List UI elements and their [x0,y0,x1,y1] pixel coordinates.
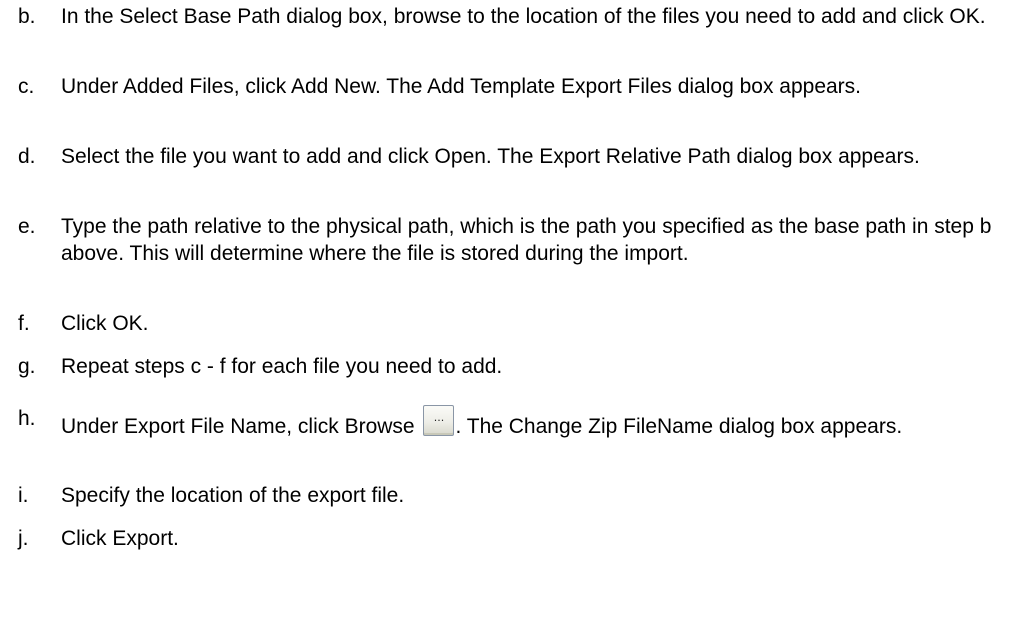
step-letter: g. [18,355,36,378]
step-text: Under Added Files, click Add New. The Ad… [61,75,862,98]
step-f: f. Click OK. [18,310,1018,337]
ellipsis-browse-button-icon: ... [423,405,455,436]
step-e: e. Type the path relative to the physica… [18,213,1018,267]
step-h: h. Under Export File Name, click Browse … [18,405,1018,440]
step-letter: c. [18,75,35,98]
step-letter: d. [18,145,36,168]
step-text: Click Export. [61,527,179,550]
step-b: b. In the Select Base Path dialog box, b… [18,3,1018,30]
step-letter: b. [18,5,36,28]
step-text: In the Select Base Path dialog box, brow… [61,5,986,28]
step-letter: e. [18,215,36,238]
step-i: i. Specify the location of the export fi… [18,482,1018,509]
step-text: Under Export File Name, click Browse ...… [61,405,1018,440]
step-text-after: . The Change Zip FileName dialog box app… [455,415,903,438]
step-letter: h. [18,407,36,430]
step-text: Specify the location of the export file. [61,484,405,507]
step-letter: j. [18,527,29,550]
step-c: c. Under Added Files, click Add New. The… [18,73,1018,100]
step-letter: i. [18,484,29,507]
step-text: Type the path relative to the physical p… [61,215,992,265]
step-g: g. Repeat steps c - f for each file you … [18,353,1018,380]
step-text: Repeat steps c - f for each file you nee… [61,355,503,378]
step-d: d. Select the file you want to add and c… [18,143,1018,170]
step-text-before: Under Export File Name, click Browse [61,415,415,438]
step-text: Click OK. [61,312,149,335]
step-letter: f. [18,312,30,335]
step-j: j. Click Export. [18,525,1018,552]
browse-button-label: ... [433,411,445,424]
step-text: Select the file you want to add and clic… [61,145,920,168]
